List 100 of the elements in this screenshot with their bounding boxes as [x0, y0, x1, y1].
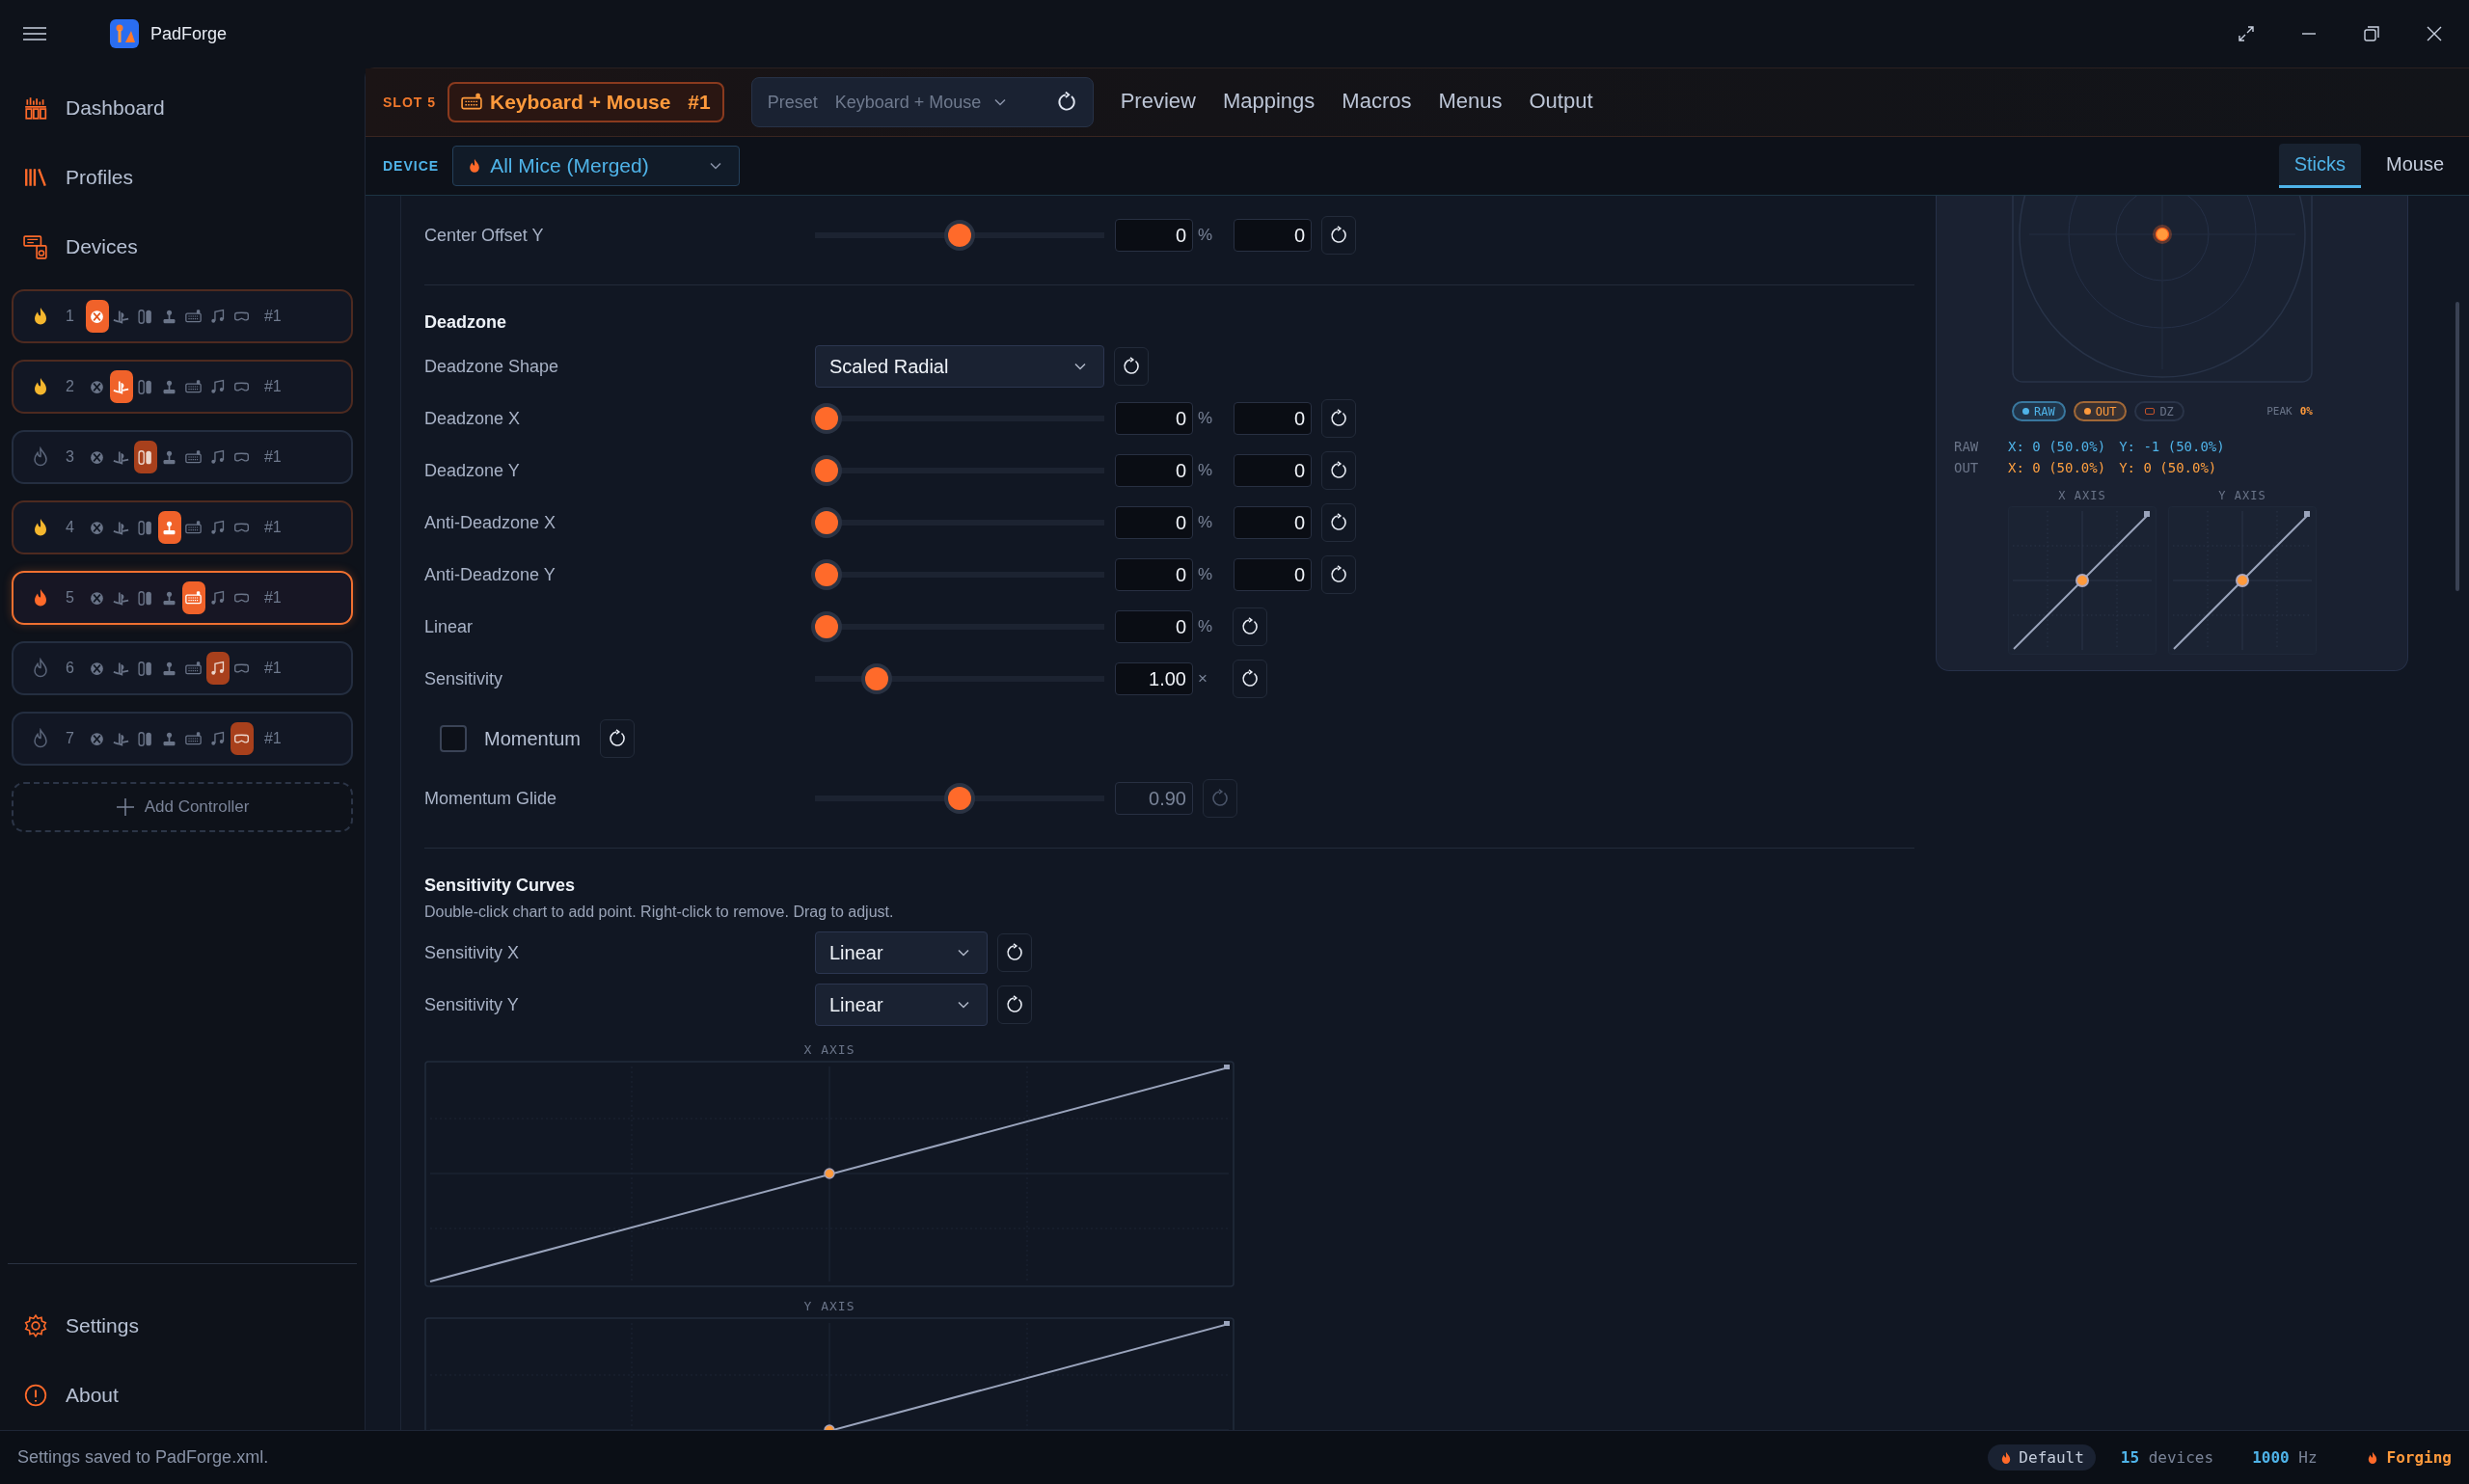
- nav-item[interactable]: Dashboard: [0, 73, 365, 143]
- peak-value: 0%: [2299, 405, 2313, 418]
- reset-button[interactable]: [1114, 347, 1149, 386]
- keyboard-icon[interactable]: [185, 519, 203, 536]
- keyboard-icon[interactable]: [185, 378, 203, 395]
- number-field[interactable]: 0: [1234, 506, 1312, 539]
- controller-card[interactable]: 5 #1: [12, 571, 353, 625]
- split-console-icon[interactable]: [137, 519, 154, 536]
- reset-button[interactable]: [600, 719, 635, 758]
- device-label: DEVICE: [383, 158, 440, 174]
- circle-x-icon[interactable]: [89, 519, 106, 536]
- number-field[interactable]: 0: [1115, 610, 1193, 643]
- number-field[interactable]: 0: [1115, 402, 1193, 435]
- music-notes-icon[interactable]: [209, 730, 227, 747]
- slot-number: 6: [66, 660, 74, 677]
- controller-card[interactable]: 7 #1: [12, 712, 353, 766]
- keyboard-icon[interactable]: [185, 308, 203, 325]
- keyboard-icon[interactable]: [185, 730, 203, 747]
- controller-card[interactable]: 4 #1: [12, 500, 353, 554]
- legend-toggle[interactable]: OUT: [2073, 401, 2128, 421]
- reset-icon: [1240, 669, 1260, 688]
- number-field[interactable]: 0: [1234, 454, 1312, 487]
- slider-thumb[interactable]: [815, 407, 838, 430]
- nav-item[interactable]: About: [0, 1361, 365, 1430]
- number-field[interactable]: 0: [1115, 558, 1193, 591]
- scrollbar[interactable]: [2455, 302, 2459, 591]
- music-notes-icon[interactable]: [209, 448, 227, 466]
- device-dropdown[interactable]: All Mice (Merged): [452, 146, 741, 186]
- legend-toggle[interactable]: RAW: [2012, 401, 2066, 421]
- controller-card[interactable]: 1 #1: [12, 289, 353, 343]
- reset-button[interactable]: [1321, 399, 1356, 438]
- checkbox[interactable]: [440, 725, 467, 752]
- expand-icon[interactable]: [2237, 24, 2256, 43]
- add-controller-button[interactable]: Add Controller: [12, 782, 353, 832]
- circle-x-icon[interactable]: [89, 660, 106, 677]
- menu-icon[interactable]: [23, 27, 46, 40]
- top-tab[interactable]: Preview: [1120, 80, 1196, 124]
- reset-button[interactable]: [1321, 216, 1356, 255]
- dropdown[interactable]: Linear: [815, 931, 988, 974]
- top-tab[interactable]: Menus: [1438, 80, 1503, 124]
- reset-button[interactable]: [1321, 503, 1356, 542]
- number-field[interactable]: 1.00: [1115, 662, 1193, 695]
- slider-thumb[interactable]: [815, 563, 838, 586]
- split-console-icon[interactable]: [137, 730, 154, 747]
- number-field[interactable]: 0: [1115, 219, 1193, 252]
- reset-button[interactable]: [1321, 555, 1356, 594]
- preset-dropdown[interactable]: Keyboard + Mouse: [834, 92, 1011, 113]
- nav-item[interactable]: Settings: [0, 1291, 365, 1361]
- circle-x-icon[interactable]: [89, 589, 106, 607]
- refresh-icon[interactable]: [1055, 92, 1077, 113]
- section-title: Sensitivity Curves: [424, 876, 577, 896]
- slider-thumb[interactable]: [815, 511, 838, 534]
- sub-tab[interactable]: Sticks: [2278, 144, 2361, 188]
- music-notes-icon[interactable]: [209, 519, 227, 536]
- top-tab[interactable]: Output: [1529, 80, 1593, 124]
- restore-icon[interactable]: [2362, 24, 2381, 43]
- nav-item[interactable]: Profiles: [0, 143, 365, 212]
- circle-x-icon[interactable]: [89, 730, 106, 747]
- controller-card[interactable]: 2 #1: [12, 360, 353, 414]
- sub-tab[interactable]: Mouse: [2370, 144, 2459, 188]
- slider-thumb[interactable]: [865, 667, 889, 690]
- setting-label: Deadzone X: [424, 408, 522, 429]
- number-field[interactable]: 0: [1234, 219, 1312, 252]
- keyboard-icon[interactable]: [185, 660, 203, 677]
- music-notes-icon[interactable]: [209, 378, 227, 395]
- slider-thumb[interactable]: [815, 459, 838, 482]
- number-field[interactable]: 0: [1115, 506, 1193, 539]
- reset-button[interactable]: [1233, 607, 1267, 646]
- top-tab[interactable]: Mappings: [1222, 80, 1316, 124]
- music-notes-icon[interactable]: [209, 308, 227, 325]
- controller-card[interactable]: 6 #1: [12, 641, 353, 695]
- number-field[interactable]: 0: [1115, 454, 1193, 487]
- number-field[interactable]: 0: [1234, 402, 1312, 435]
- split-console-icon[interactable]: [137, 448, 154, 466]
- reset-button[interactable]: [1233, 660, 1267, 698]
- music-notes-icon[interactable]: [209, 660, 227, 677]
- number-field[interactable]: 0: [1234, 558, 1312, 591]
- slider-thumb[interactable]: [948, 224, 971, 247]
- top-tab[interactable]: Macros: [1342, 80, 1412, 124]
- split-console-icon[interactable]: [137, 378, 154, 395]
- circle-x-icon[interactable]: [89, 308, 106, 325]
- controller-card[interactable]: 3 #1: [12, 430, 353, 484]
- close-icon[interactable]: [2425, 24, 2444, 43]
- circle-x-icon[interactable]: [89, 448, 106, 466]
- split-console-icon[interactable]: [137, 660, 154, 677]
- music-notes-icon[interactable]: [209, 589, 227, 607]
- slot-number: 1: [66, 308, 74, 325]
- slider-thumb[interactable]: [815, 615, 838, 638]
- reset-button[interactable]: [997, 985, 1032, 1024]
- reset-button[interactable]: [997, 933, 1032, 972]
- keyboard-icon[interactable]: [185, 448, 203, 466]
- dropdown[interactable]: Scaled Radial: [815, 345, 1104, 388]
- split-console-icon[interactable]: [137, 589, 154, 607]
- keyboard-icon[interactable]: [185, 589, 203, 607]
- readout-label: OUT: [1954, 460, 1980, 475]
- nav-item[interactable]: Devices: [0, 212, 365, 282]
- dropdown[interactable]: Linear: [815, 984, 988, 1026]
- reset-button[interactable]: [1321, 451, 1356, 490]
- split-console-icon[interactable]: [137, 308, 154, 325]
- circle-x-icon[interactable]: [89, 378, 106, 395]
